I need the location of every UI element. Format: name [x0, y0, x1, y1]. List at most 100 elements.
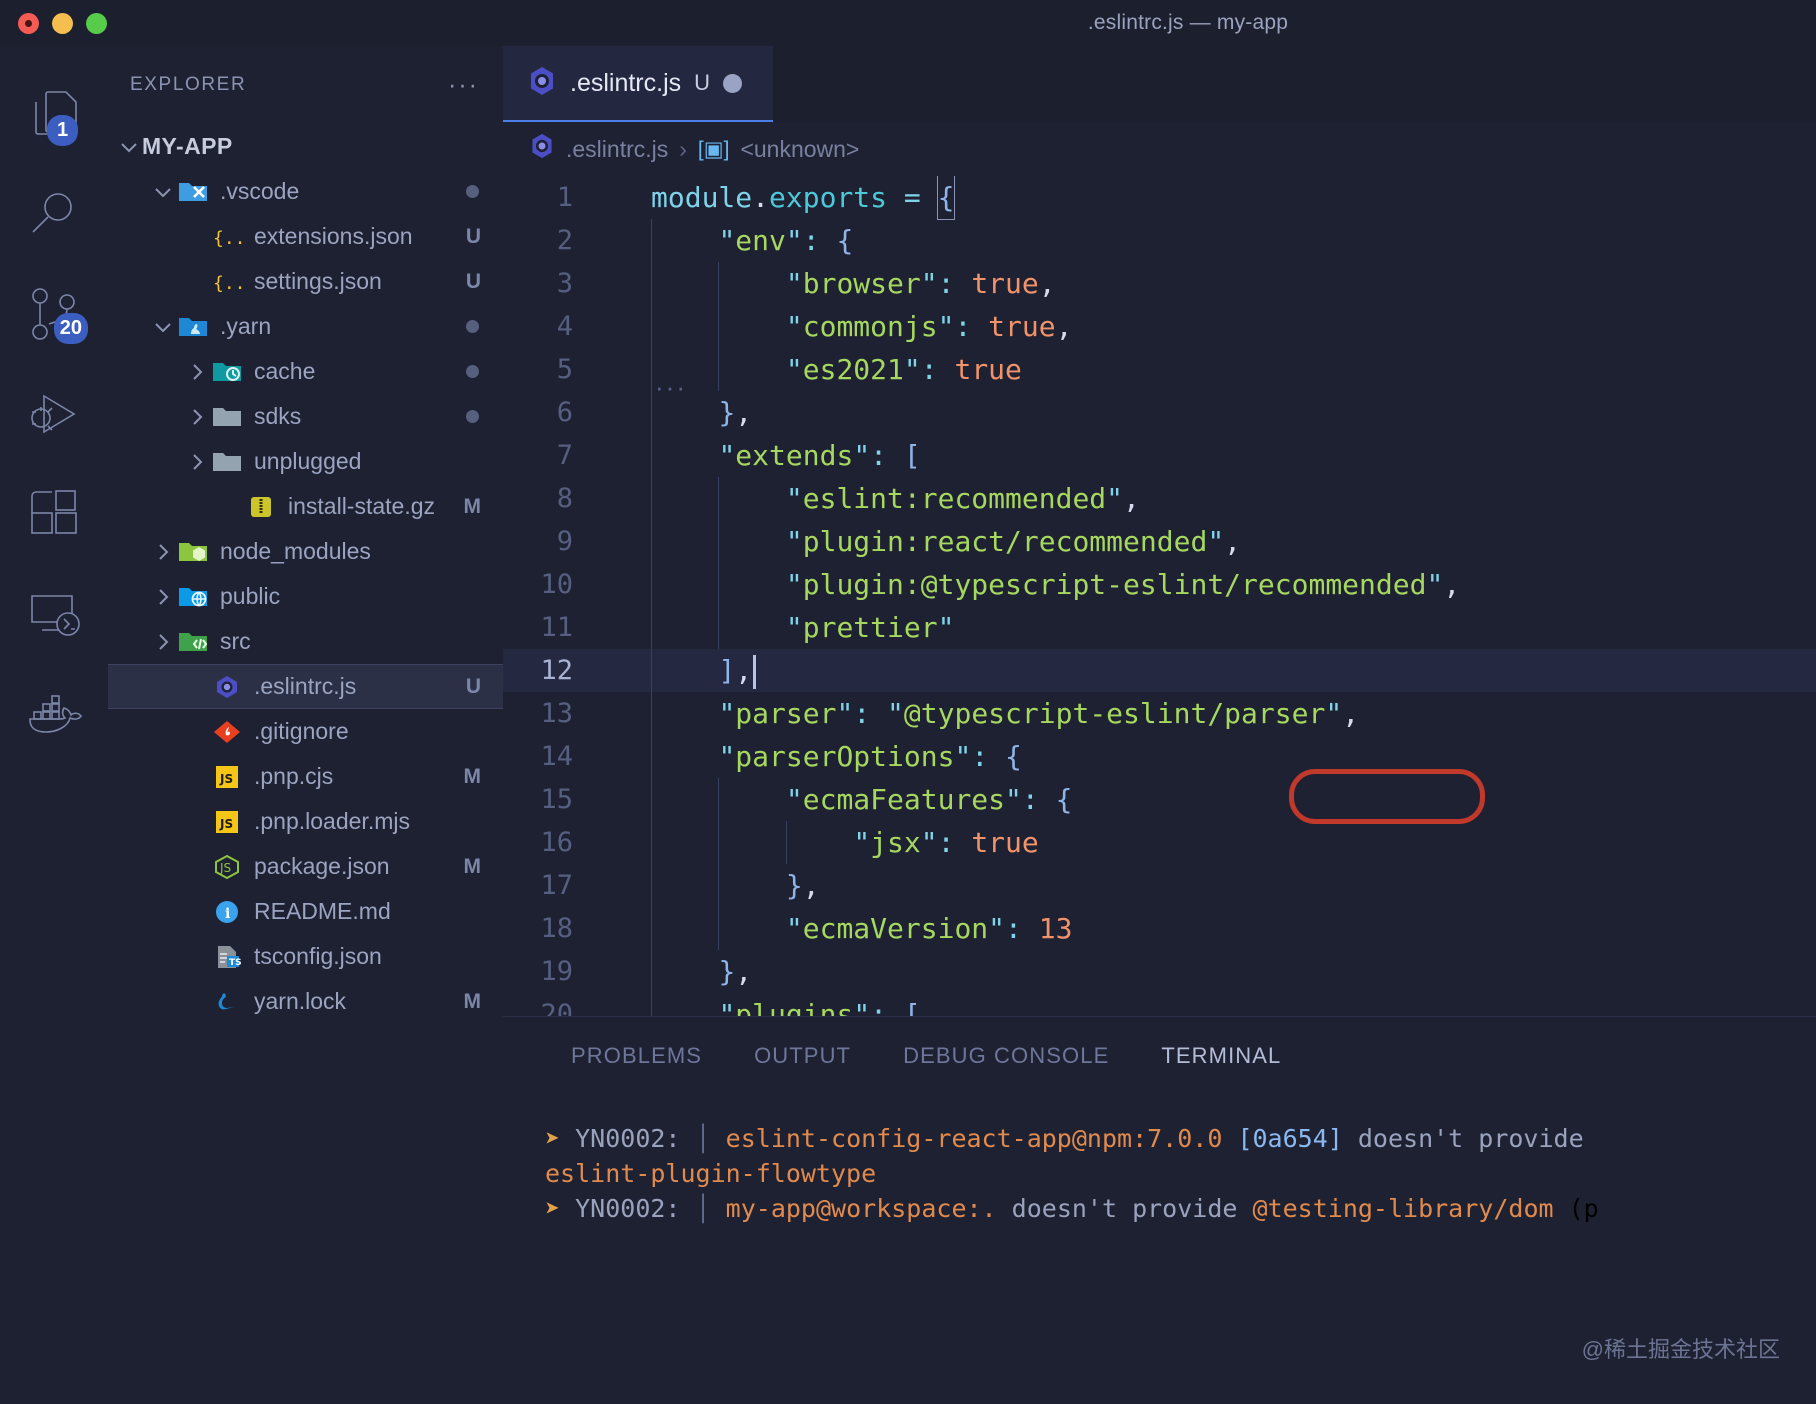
panel-tab-output[interactable]: OUTPUT: [728, 1043, 877, 1069]
watermark: @稀土掘金技术社区: [1581, 1337, 1780, 1362]
code-line[interactable]: 8 "eslint:recommended",: [503, 477, 1816, 520]
activity-docker[interactable]: [0, 664, 108, 764]
tree-item-src[interactable]: src: [108, 619, 503, 664]
chevron-down-icon[interactable]: [116, 136, 142, 158]
activity-source-control[interactable]: 20: [0, 264, 108, 364]
tree-item-label: cache: [254, 358, 316, 384]
tree-item-package-json[interactable]: JS package.json M: [108, 844, 503, 889]
tree-item-eslintrc-js[interactable]: .eslintrc.js U: [108, 664, 503, 709]
terminal-output[interactable]: ➤ YN0002: │ eslint-config-react-app@npm:…: [503, 1095, 1816, 1226]
code-line[interactable]: 13 "parser": "@typescript-eslint/parser"…: [503, 692, 1816, 735]
minimize-window-button[interactable]: [52, 12, 73, 34]
js-square-icon: JS: [210, 809, 244, 835]
panel-tab-debug-console[interactable]: DEBUG CONSOLE: [877, 1043, 1135, 1069]
activity-explorer[interactable]: 1: [0, 64, 108, 164]
folding-dots-icon: ···: [655, 372, 687, 402]
svg-text:{..}: {..}: [213, 273, 244, 294]
json-braces-icon: {..}: [210, 224, 244, 250]
code-line[interactable]: 5 "es2021": true: [503, 348, 1816, 391]
tree-item-tsconfig-json[interactable]: TS tsconfig.json: [108, 934, 503, 979]
node-hex-icon: JS: [210, 854, 244, 880]
code-line[interactable]: 6 },: [503, 391, 1816, 434]
tree-item-public[interactable]: public: [108, 574, 503, 619]
tree-item-settings-json[interactable]: {..} settings.json U: [108, 259, 503, 304]
code-line[interactable]: 12 ],: [503, 649, 1816, 692]
close-window-button[interactable]: [18, 12, 39, 34]
tree-item-unplugged[interactable]: unplugged: [108, 439, 503, 484]
git-status-badge: M: [463, 854, 482, 878]
tree-item-node-modules[interactable]: node_modules: [108, 529, 503, 574]
code-line[interactable]: 19 },: [503, 950, 1816, 993]
tree-item-gitignore[interactable]: .gitignore: [108, 709, 503, 754]
code-line[interactable]: 7 "extends": [: [503, 434, 1816, 477]
tree-item-readme-md[interactable]: i README.md: [108, 889, 503, 934]
svg-text:TS: TS: [229, 958, 242, 968]
code-line[interactable]: 18 "ecmaVersion": 13: [503, 907, 1816, 950]
code-content[interactable]: 1 module.exports = {2 "env": {3 "browser"…: [503, 176, 1816, 1036]
chevron-right-icon[interactable]: [184, 451, 210, 473]
panel-tab-terminal[interactable]: TERMINAL: [1135, 1043, 1307, 1069]
tab-unsaved-indicator[interactable]: [723, 73, 743, 93]
folder-plain-icon: [210, 449, 244, 475]
chevron-right-icon[interactable]: [184, 406, 210, 428]
activity-run-debug[interactable]: [0, 364, 108, 464]
code-line[interactable]: 14 "parserOptions": {: [503, 735, 1816, 778]
code-line[interactable]: 1 module.exports = {: [503, 176, 1816, 220]
code-line[interactable]: 17 },: [503, 864, 1816, 907]
explorer-badge: 1: [47, 115, 78, 146]
tree-item-label: README.md: [254, 898, 391, 924]
panel-tab-problems[interactable]: PROBLEMS: [545, 1043, 728, 1069]
indent-guide: [651, 262, 652, 305]
code-line[interactable]: 10 "plugin:@typescript-eslint/recommende…: [503, 563, 1816, 606]
indent-guide: [785, 821, 787, 864]
tree-item-pnp-loader-mjs[interactable]: JS .pnp.loader.mjs: [108, 799, 503, 844]
breadcrumb-symbol-label[interactable]: <unknown>: [740, 136, 859, 163]
tree-item-pnp-cjs[interactable]: JS .pnp.cjs M: [108, 754, 503, 799]
line-number: 18: [540, 913, 573, 944]
explorer-sidebar: EXPLORER ··· MY-APP .vscode {..} extensions…: [108, 46, 503, 1404]
tree-item-yarn[interactable]: .yarn: [108, 304, 503, 349]
activity-extensions[interactable]: [0, 464, 108, 564]
tree-item-cache[interactable]: cache: [108, 349, 503, 394]
tree-item-install-state-gz[interactable]: install-state.gz M: [108, 484, 503, 529]
code-line[interactable]: 3 "browser": true,: [503, 262, 1816, 305]
indent-guide: [651, 434, 652, 477]
tree-item-extensions-json[interactable]: {..} extensions.json U: [108, 214, 503, 259]
code-text: "jsx": true: [613, 821, 1039, 864]
chevron-right-icon[interactable]: [150, 631, 176, 653]
tab-eslintrc-js[interactable]: .eslintrc.js U: [503, 46, 773, 122]
window-controls[interactable]: [0, 12, 107, 34]
breadcrumb[interactable]: .eslintrc.js › [▣] <unknown>: [503, 122, 1816, 176]
explorer-title: EXPLORER: [130, 74, 247, 95]
code-line[interactable]: 4 "commonjs": true,: [503, 305, 1816, 348]
activity-search[interactable]: [0, 164, 108, 264]
code-line[interactable]: 16 "jsx": true: [503, 821, 1816, 864]
chevron-right-icon[interactable]: [184, 361, 210, 383]
line-number: 2: [556, 225, 573, 256]
chevron-down-icon[interactable]: [150, 316, 176, 338]
panel-tab-bar[interactable]: PROBLEMS OUTPUT DEBUG CONSOLE TERMINAL: [503, 1017, 1816, 1095]
tree-item-label: public: [220, 583, 281, 609]
code-line[interactable]: 2 "env": {: [503, 219, 1816, 262]
git-status-badge: M: [463, 494, 482, 518]
more-actions-icon[interactable]: ···: [448, 73, 479, 98]
folder-public-icon: [176, 584, 210, 610]
breadcrumb-file-label[interactable]: .eslintrc.js: [566, 136, 668, 163]
chevron-right-icon[interactable]: [150, 586, 176, 608]
maximize-window-button[interactable]: [86, 12, 107, 34]
activity-remote-explorer[interactable]: [0, 564, 108, 664]
chevron-down-icon[interactable]: [150, 181, 176, 203]
chevron-right-icon[interactable]: [150, 541, 176, 563]
tree-item-vscode[interactable]: .vscode: [108, 169, 503, 214]
code-line[interactable]: 11 "prettier": [503, 606, 1816, 649]
tree-item-yarn-lock[interactable]: yarn.lock M: [108, 979, 503, 1024]
indent-guide: [651, 391, 652, 434]
code-line[interactable]: 9 "plugin:react/recommended",: [503, 520, 1816, 563]
indent-guide: [651, 692, 652, 735]
tree-item-sdks[interactable]: sdks: [108, 394, 503, 439]
file-tree[interactable]: MY-APP .vscode {..} extensions.json U {..} set…: [108, 124, 503, 1024]
tree-item-my-app[interactable]: MY-APP: [108, 124, 503, 169]
code-editor[interactable]: 1 module.exports = {2 "env": {3 "browser"…: [503, 176, 1816, 1046]
tree-item-label: sdks: [254, 403, 302, 429]
code-line[interactable]: 15 "ecmaFeatures": {: [503, 778, 1816, 821]
